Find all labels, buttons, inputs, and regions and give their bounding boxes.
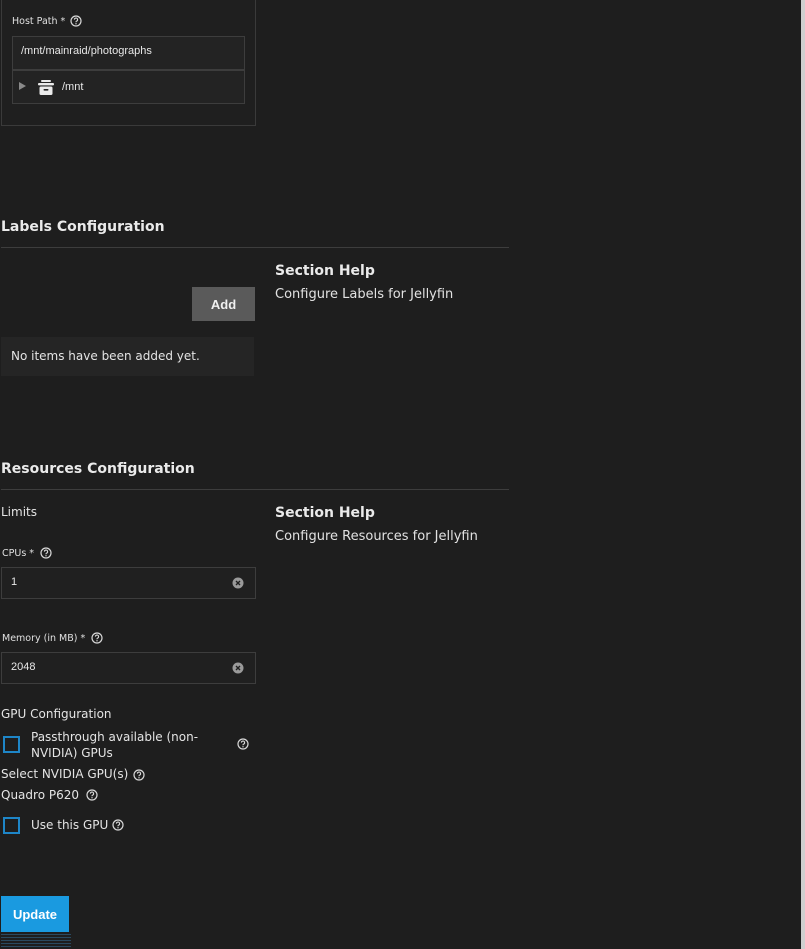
help-icon[interactable] (133, 769, 145, 781)
help-icon[interactable] (70, 15, 82, 27)
update-button[interactable]: Update (1, 896, 69, 932)
add-label-button[interactable]: Add (192, 287, 255, 321)
help-icon[interactable] (86, 789, 98, 801)
labels-empty-state: No items have been added yet. (1, 337, 254, 376)
tree-node-label[interactable]: /mnt (62, 81, 83, 93)
labels-section-title: Labels Configuration (1, 219, 165, 235)
help-icon[interactable] (237, 738, 249, 750)
memory-label-row: Memory (in MB) * (2, 632, 103, 644)
decorative-lines (1, 934, 71, 948)
resources-section-title: Resources Configuration (1, 461, 195, 477)
help-icon[interactable] (112, 819, 124, 831)
clear-icon[interactable] (232, 662, 244, 674)
labels-help-title: Section Help (275, 263, 375, 279)
clear-icon[interactable] (232, 577, 244, 589)
dataset-icon (38, 80, 54, 95)
scrollbar[interactable] (801, 0, 805, 949)
cpus-label-row: CPUs * (2, 547, 52, 559)
passthrough-checkbox[interactable] (3, 736, 20, 753)
cpus-input[interactable]: 1 (1, 567, 256, 599)
host-path-input[interactable]: /mnt/mainraid/photographs (12, 36, 245, 70)
divider (1, 247, 509, 248)
memory-value: 2048 (11, 661, 36, 673)
chevron-right-icon[interactable] (19, 82, 26, 90)
memory-label: Memory (in MB) * (2, 632, 86, 644)
help-icon[interactable] (91, 632, 103, 644)
host-path-label-row: Host Path * (12, 15, 82, 27)
resources-help-text: Configure Resources for Jellyfin (275, 529, 478, 544)
select-nvidia-label: Select NVIDIA GPU(s) (1, 767, 129, 781)
help-icon[interactable] (40, 547, 52, 559)
use-gpu-label: Use this GPU (31, 818, 109, 832)
limits-label: Limits (1, 505, 37, 519)
gpu-config-heading: GPU Configuration (1, 707, 112, 721)
host-path-value: /mnt/mainraid/photographs (21, 45, 152, 57)
labels-help-text: Configure Labels for Jellyfin (275, 287, 454, 302)
passthrough-label: Passthrough available (non-NVIDIA) GPUs (31, 730, 199, 760)
divider (1, 489, 509, 490)
gpu-device-name: Quadro P620 (1, 788, 79, 802)
host-path-label: Host Path * (12, 15, 66, 27)
empty-state-text: No items have been added yet. (11, 349, 200, 363)
use-gpu-checkbox[interactable] (3, 817, 20, 834)
explorer-tree: /mnt (12, 70, 245, 104)
memory-input[interactable]: 2048 (1, 652, 256, 684)
cpus-value: 1 (11, 576, 18, 588)
cpus-label: CPUs * (2, 547, 35, 559)
resources-help-title: Section Help (275, 505, 375, 521)
